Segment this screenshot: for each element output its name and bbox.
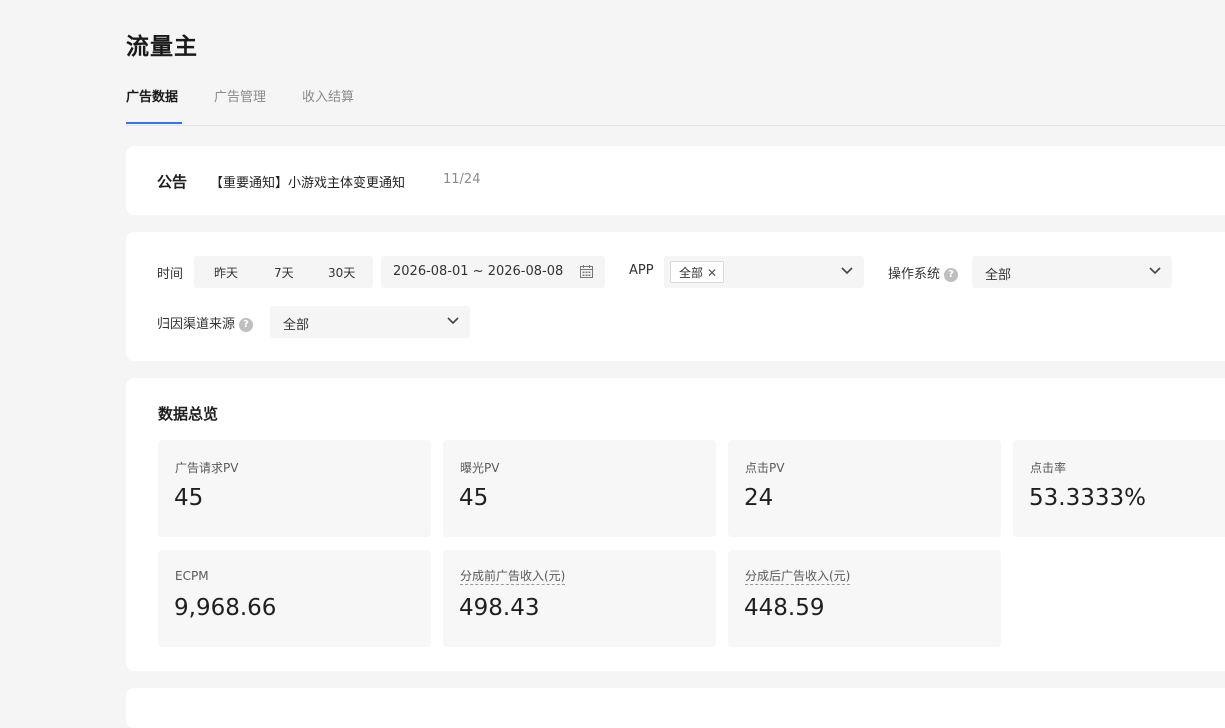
date-range-value: 2026-08-01 ~ 2026-08-08 — [393, 264, 564, 279]
calendar-icon — [580, 265, 593, 278]
stat-value: 45 — [459, 485, 489, 511]
stat-card-revenue-after-share: 分成后广告收入(元) 448.59 — [728, 550, 1001, 647]
stat-value: 498.43 — [459, 595, 540, 621]
stat-label: 广告请求PV — [175, 461, 239, 475]
chevron-down-icon — [841, 267, 853, 275]
tab-bar: 广告数据 广告管理 收入结算 — [126, 88, 1225, 126]
stat-value: 448.59 — [744, 595, 825, 621]
tab-ad-management[interactable]: 广告管理 — [214, 88, 266, 124]
os-select-value: 全部 — [985, 268, 1012, 283]
app-label: APP — [629, 263, 654, 278]
help-icon[interactable]: ? — [944, 268, 959, 282]
os-select[interactable]: 全部 — [972, 256, 1172, 288]
stat-card-exposure-pv: 曝光PV 45 — [443, 440, 716, 537]
app-select[interactable]: 全部 ✕ — [664, 256, 864, 288]
stat-label: 点击PV — [745, 461, 785, 475]
stat-label: ECPM — [175, 569, 209, 583]
stat-label[interactable]: 分成前广告收入(元) — [460, 569, 566, 585]
channel-select-value: 全部 — [283, 318, 310, 333]
chevron-down-icon — [447, 317, 459, 325]
data-overview-card: 数据总览 广告请求PV 45 曝光PV 45 点击PV 24 点击率 53.33… — [126, 378, 1225, 671]
stat-label[interactable]: 分成后广告收入(元) — [745, 569, 851, 585]
stat-card-click-rate: 点击率 53.3333% — [1013, 440, 1225, 537]
time-label: 时间 — [157, 267, 184, 282]
stat-label: 曝光PV — [460, 461, 500, 475]
stat-card-ad-request-pv: 广告请求PV 45 — [158, 440, 431, 537]
app-tag-label: 全部 — [679, 266, 704, 280]
notice-link[interactable]: 【重要通知】小游戏主体变更通知 — [210, 172, 405, 191]
stat-value: 24 — [744, 485, 774, 511]
date-range-picker[interactable]: 2026-08-01 ~ 2026-08-08 — [381, 256, 605, 288]
time-option-7days[interactable]: 7天 — [274, 264, 294, 281]
channel-label: 归因渠道来源 — [157, 317, 236, 332]
stat-card-ecpm: ECPM 9,968.66 — [158, 550, 431, 647]
channel-label-group: 归因渠道来源? — [157, 313, 254, 332]
time-option-30days[interactable]: 30天 — [328, 264, 355, 281]
stat-card-click-pv: 点击PV 24 — [728, 440, 1001, 537]
channel-select[interactable]: 全部 — [270, 306, 470, 338]
notice-pager: 11/24 — [443, 172, 481, 187]
stat-label: 点击率 — [1030, 461, 1067, 475]
os-label: 操作系统 — [888, 267, 941, 282]
stat-value: 53.3333% — [1029, 485, 1146, 511]
notice-label: 公告 — [157, 173, 188, 191]
stat-card-revenue-before-share: 分成前广告收入(元) 498.43 — [443, 550, 716, 647]
tab-ad-data[interactable]: 广告数据 — [126, 88, 183, 124]
page-title: 流量主 — [126, 34, 198, 60]
os-label-group: 操作系统? — [888, 263, 959, 282]
chevron-down-icon — [1149, 267, 1161, 275]
stat-value: 45 — [174, 485, 204, 511]
stat-value: 9,968.66 — [174, 595, 277, 621]
close-icon[interactable]: ✕ — [707, 266, 717, 280]
next-section-card — [126, 688, 1225, 728]
notice-card: 公告 【重要通知】小游戏主体变更通知 11/24 — [126, 146, 1225, 215]
tab-income-settlement[interactable]: 收入结算 — [302, 88, 354, 124]
help-icon[interactable]: ? — [239, 318, 254, 332]
filter-card: 时间 昨天 7天 30天 2026-08-01 ~ 2026-08-08 APP… — [126, 232, 1225, 361]
time-option-yesterday[interactable]: 昨天 — [214, 264, 238, 281]
time-range-segmented: 昨天 7天 30天 — [194, 256, 373, 288]
overview-title: 数据总览 — [158, 405, 219, 423]
app-tag: 全部 ✕ — [670, 261, 725, 283]
